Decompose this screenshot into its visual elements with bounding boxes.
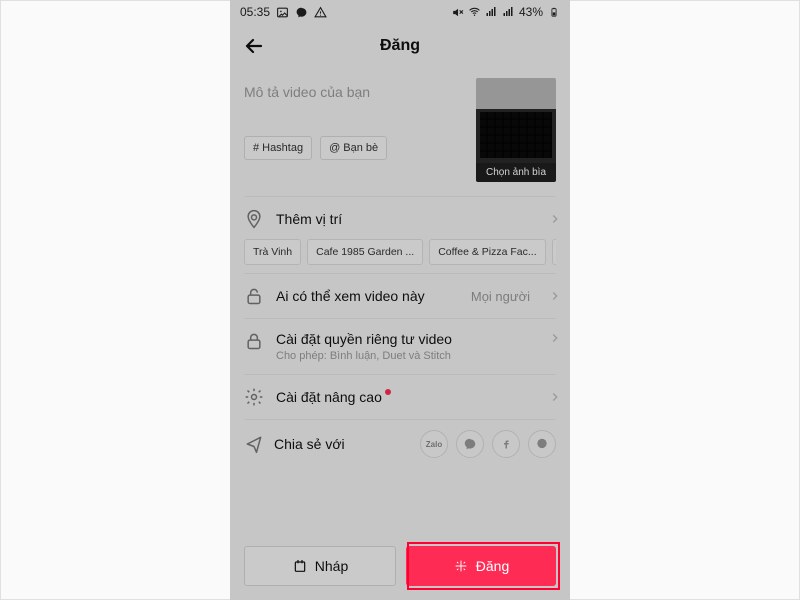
draft-icon [292, 558, 308, 574]
status-bar: 05:35 [230, 0, 570, 24]
location-label: Thêm vị trí [276, 211, 536, 227]
mention-button[interactable]: @Bạn bè [320, 136, 387, 160]
status-battery: 43% [519, 5, 543, 19]
share-zalo[interactable]: Zalo [420, 430, 448, 458]
phone-screen: 05:35 [230, 0, 570, 600]
warning-icon [314, 6, 327, 19]
location-chip[interactable]: Cafe 1985 Garden ... [307, 239, 423, 265]
privacy-settings-label: Cài đặt quyền riêng tư video [276, 331, 536, 347]
location-chip[interactable]: Trà Vinh [244, 239, 301, 265]
who-can-view-value: Mọi người [471, 289, 530, 304]
gallery-icon [276, 6, 289, 19]
hashtag-button[interactable]: #Hashtag [244, 136, 312, 160]
chevron-right-icon [548, 212, 556, 226]
share-label: Chia sẻ với [274, 436, 410, 452]
gear-icon [244, 387, 264, 407]
description-input[interactable]: Mô tả video của bạn [244, 78, 466, 132]
battery-icon [547, 6, 560, 19]
share-row: Chia sẻ với Zalo [244, 420, 556, 472]
share-messenger[interactable] [456, 430, 484, 458]
notification-dot [385, 389, 391, 395]
cover-label: Chọn ảnh bìa [476, 163, 556, 182]
share-chat[interactable] [528, 430, 556, 458]
chevron-right-icon [548, 289, 556, 303]
who-can-view-row[interactable]: Ai có thể xem video này Mọi người [244, 274, 556, 318]
location-chip[interactable]: Coffee & Pizza Fac... [429, 239, 545, 265]
share-facebook[interactable] [492, 430, 520, 458]
draft-button[interactable]: Nháp [244, 546, 396, 586]
unlock-icon [244, 286, 264, 306]
signal-icon [485, 6, 498, 19]
share-icon [244, 434, 264, 454]
privacy-settings-sub: Cho phép: Bình luận, Duet và Stitch [276, 350, 536, 362]
chevron-right-icon [548, 331, 556, 345]
bottom-action-bar: Nháp Đăng [230, 536, 570, 600]
advanced-label: Cài đặt nâng cao [276, 389, 536, 405]
status-time: 05:35 [240, 5, 270, 19]
page-title: Đăng [380, 37, 420, 55]
chevron-right-icon [548, 390, 556, 404]
add-location-row[interactable]: Thêm vị trí [244, 197, 556, 241]
at-icon: @ [329, 142, 340, 154]
who-can-view-label: Ai có thể xem video này [276, 288, 459, 304]
wifi-icon [468, 6, 481, 19]
nav-bar: Đăng [230, 24, 570, 68]
location-chips: Trà Vinh Cafe 1985 Garden ... Coffee & P… [244, 239, 556, 265]
post-button[interactable]: Đăng [406, 546, 556, 586]
lock-icon [244, 331, 264, 351]
location-chip[interactable]: N [552, 239, 556, 265]
location-icon [244, 209, 264, 229]
post-icon [453, 558, 469, 574]
hash-icon: # [253, 142, 259, 154]
advanced-settings-row[interactable]: Cài đặt nâng cao [244, 375, 556, 419]
signal-icon-2 [502, 6, 515, 19]
privacy-settings-row[interactable]: Cài đặt quyền riêng tư video Cho phép: B… [244, 319, 556, 374]
messenger-icon [295, 6, 308, 19]
mute-icon [451, 6, 464, 19]
back-button[interactable] [242, 34, 266, 58]
cover-thumbnail[interactable]: Chọn ảnh bìa [476, 78, 556, 182]
